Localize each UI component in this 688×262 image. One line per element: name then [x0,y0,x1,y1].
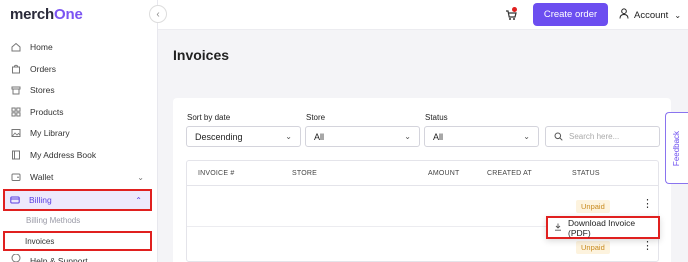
sidebar-item-label: Billing [29,195,52,205]
download-invoice-menu-item[interactable]: Download Invoice (PDF) [546,216,660,239]
search-input[interactable] [569,132,649,141]
feedback-label: Feedback [672,130,682,166]
cart-badge [512,7,517,12]
search-box[interactable] [545,126,660,147]
sidebar-item-help[interactable]: Help & Support [6,254,152,262]
sidebar-item-label: Help & Support [30,256,88,262]
help-icon [11,254,21,262]
collapse-sidebar-button[interactable]: ‹ [149,5,167,23]
column-header-store[interactable]: STORE [292,170,317,177]
sidebar-item-wallet[interactable]: Wallet ⌄ [6,167,152,187]
chevron-down-icon: ⌄ [523,132,530,141]
bag-icon [11,64,21,74]
store-icon [11,85,21,95]
sidebar-item-label: My Address Book [30,150,97,160]
logo-part2: One [54,6,83,23]
create-order-button[interactable]: Create order [533,3,608,26]
card-icon [10,195,20,205]
search-icon [554,128,563,146]
sidebar-item-billing[interactable]: Billing ⌃ [3,189,152,211]
sidebar-subitem-label: Billing Methods [26,215,81,225]
download-icon [554,223,562,233]
user-icon [619,8,629,22]
sidebar-item-stores[interactable]: Stores [6,80,152,100]
download-invoice-label: Download Invoice (PDF) [568,217,636,238]
topbar [158,0,688,30]
sidebar-subitem-invoices[interactable]: Invoices [3,231,152,251]
book-icon [11,150,21,160]
chevron-down-icon[interactable]: ⌄ [137,173,144,182]
sidebar-item-my-library[interactable]: My Library [6,123,152,143]
store-value: All [314,131,325,142]
page-title: Invoices [173,47,230,63]
status-select[interactable]: All ⌄ [424,126,539,147]
sidebar-item-label: My Library [30,128,70,138]
status-badge: Unpaid [576,241,610,254]
sort-select[interactable]: Descending ⌄ [186,126,301,147]
chevron-down-icon: ⌄ [674,10,682,20]
status-label: Status [425,113,448,122]
chevron-left-icon: ‹ [156,8,160,20]
column-header-status[interactable]: STATUS [572,170,600,177]
sidebar: merchOne Home Orders Stores Products My … [0,0,158,262]
account-label: Account [634,9,669,21]
column-header-invoice[interactable]: INVOICE # [198,170,234,177]
sidebar-item-label: Stores [30,85,55,95]
sidebar-item-label: Wallet [30,172,54,182]
column-header-amount[interactable]: AMOUNT [428,170,460,177]
sidebar-item-products[interactable]: Products [6,102,152,122]
column-header-created-at[interactable]: CREATED AT [487,170,532,177]
kebab-menu-icon[interactable]: ⋮ [642,199,653,210]
sort-label: Sort by date [187,113,231,122]
store-label: Store [306,113,326,122]
sidebar-item-orders[interactable]: Orders [6,59,152,79]
kebab-menu-icon[interactable]: ⋮ [642,241,653,252]
sort-value: Descending [195,131,243,142]
sidebar-item-home[interactable]: Home [6,37,152,57]
status-value: All [433,131,444,142]
sidebar-subitem-label: Invoices [25,236,55,246]
feedback-tab[interactable]: Feedback [665,112,688,184]
sidebar-item-label: Orders [30,64,56,74]
status-badge: Unpaid [576,200,610,213]
store-select[interactable]: All ⌄ [305,126,420,147]
home-icon [11,42,21,52]
grid-icon [11,107,21,117]
sidebar-item-address-book[interactable]: My Address Book [6,145,152,165]
logo-part1: merch [10,6,55,23]
sidebar-item-label: Products [30,107,64,117]
table-header: INVOICE # STORE AMOUNT CREATED AT STATUS [187,161,658,186]
wallet-icon [11,172,21,182]
image-icon [11,128,21,138]
chevron-down-icon: ⌄ [285,132,292,141]
sidebar-item-label: Home [30,42,53,52]
chevron-up-icon[interactable]: ⌃ [135,196,142,205]
chevron-down-icon: ⌄ [404,132,411,141]
logo[interactable]: merchOne [10,6,83,23]
account-menu[interactable]: Account ⌄ [619,8,681,22]
sidebar-subitem-billing-methods[interactable]: Billing Methods [6,211,152,229]
